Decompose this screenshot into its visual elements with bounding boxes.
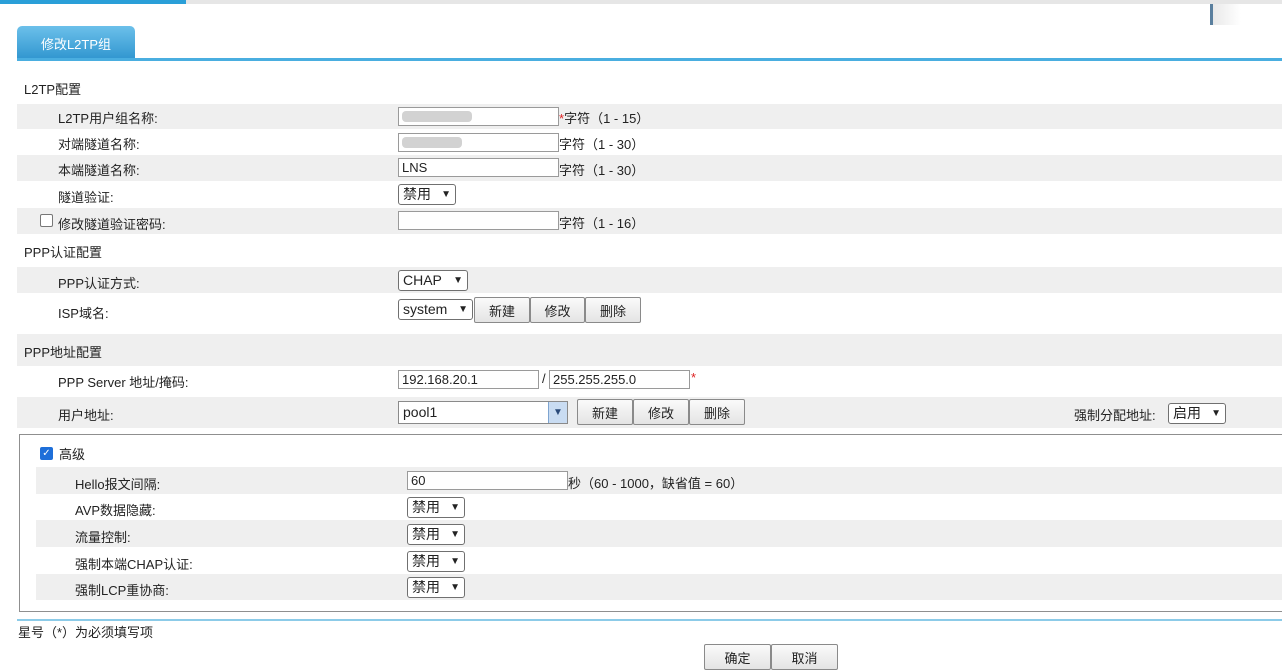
force-chap-label: 强制本端CHAP认证:: [75, 557, 193, 572]
hello-interval-hint: 秒（60 - 1000，缺省值 = 60）: [568, 476, 744, 491]
advanced-title: 高级: [59, 447, 86, 462]
change-password-hint: 字符（1 - 16）: [559, 216, 645, 231]
cancel-button[interactable]: 取消: [771, 644, 838, 670]
ppp-auth-method-select[interactable]: CHAP ▼: [398, 270, 468, 291]
user-address-new-button[interactable]: 新建: [577, 399, 633, 425]
user-address-label: 用户地址:: [58, 408, 114, 423]
advanced-legend: ✓ 高级: [38, 444, 89, 463]
force-lcp-value: 禁用: [412, 579, 440, 595]
avp-hiding-select[interactable]: 禁用 ▼: [407, 497, 465, 518]
force-assign-label: 强制分配地址:: [1074, 408, 1156, 423]
hello-interval-label: Hello报文间隔:: [75, 477, 161, 492]
ppp-server-label: PPP Server 地址/掩码:: [58, 375, 189, 390]
peer-tunnel-hint: 字符（1 - 30）: [559, 137, 645, 152]
isp-domain-select[interactable]: system ▼: [398, 299, 473, 320]
redacted-value: [402, 111, 472, 122]
footer-divider: [17, 619, 1282, 621]
local-tunnel-hint: 字符（1 - 30）: [559, 163, 645, 178]
tab-underline: [17, 58, 1282, 61]
flow-control-select[interactable]: 禁用 ▼: [407, 524, 465, 545]
peer-tunnel-label: 对端隧道名称:: [58, 137, 140, 152]
chevron-down-icon: ▼: [453, 275, 463, 286]
group-name-hint-text: 字符（1 - 15）: [564, 111, 650, 126]
chevron-down-icon[interactable]: ▼: [548, 402, 567, 423]
isp-new-button[interactable]: 新建: [474, 297, 530, 323]
redacted-value: [402, 137, 462, 148]
chevron-down-icon: ▼: [450, 556, 460, 567]
change-password-input[interactable]: [398, 211, 559, 230]
ppp-server-separator: /: [542, 371, 546, 386]
row-flow-control: 流量控制:: [36, 520, 1282, 547]
ppp-auth-method-label: PPP认证方式:: [58, 276, 140, 291]
section-title-l2tp: L2TP配置: [24, 82, 82, 97]
section-ppp-addr-band: [17, 334, 1282, 366]
row-avp-hiding: AVP数据隐藏:: [36, 494, 1282, 520]
local-tunnel-label: 本端隧道名称:: [58, 163, 140, 178]
force-lcp-label: 强制LCP重协商:: [75, 583, 169, 598]
row-isp-domain: ISP域名:: [17, 294, 1282, 326]
group-name-label: L2TP用户组名称:: [58, 111, 158, 126]
user-address-value: pool1: [403, 404, 438, 420]
isp-domain-label: ISP域名:: [58, 306, 109, 321]
row-tunnel-auth: 隧道验证:: [17, 181, 1282, 207]
tunnel-auth-select[interactable]: 禁用 ▼: [398, 184, 456, 205]
flow-control-value: 禁用: [412, 526, 440, 542]
section-title-ppp-auth: PPP认证配置: [24, 245, 103, 260]
local-tunnel-input[interactable]: LNS: [398, 158, 559, 177]
ppp-auth-method-value: CHAP: [403, 272, 442, 288]
user-address-combo[interactable]: pool1 ▼: [398, 401, 568, 424]
row-force-lcp: 强制LCP重协商:: [36, 574, 1282, 600]
row-peer-tunnel: 对端隧道名称:: [17, 130, 1282, 155]
row-ppp-auth-method: PPP认证方式:: [17, 267, 1282, 293]
group-name-hint: *字符（1 - 15）: [559, 108, 649, 127]
chevron-down-icon: ▼: [458, 304, 468, 315]
tunnel-auth-label: 隧道验证:: [58, 190, 114, 205]
force-assign-select[interactable]: 启用 ▼: [1168, 403, 1226, 424]
isp-edit-button[interactable]: 修改: [530, 297, 585, 323]
chevron-down-icon: ▼: [1211, 408, 1221, 419]
required-note: 星号（*）为必须填写项: [18, 625, 154, 640]
isp-delete-button[interactable]: 删除: [585, 297, 641, 323]
flow-control-label: 流量控制:: [75, 530, 131, 545]
force-assign-value: 启用: [1173, 405, 1201, 421]
chevron-down-icon: ▼: [441, 189, 451, 200]
ppp-server-required-mark: *: [691, 370, 697, 385]
chevron-down-icon: ▼: [450, 502, 460, 513]
top-bar: [0, 0, 1282, 4]
force-chap-select[interactable]: 禁用 ▼: [407, 551, 465, 572]
force-chap-value: 禁用: [412, 553, 440, 569]
row-force-chap: 强制本端CHAP认证:: [36, 547, 1282, 574]
change-password-label: 修改隧道验证密码:: [58, 217, 166, 232]
tunnel-auth-value: 禁用: [403, 186, 431, 202]
row-group-name: L2TP用户组名称:: [17, 104, 1282, 129]
top-progress-indicator: [0, 0, 186, 4]
user-address-delete-button[interactable]: 删除: [689, 399, 745, 425]
ppp-server-mask-input[interactable]: 255.255.255.0: [549, 370, 690, 389]
change-password-checkbox[interactable]: [40, 214, 53, 227]
ppp-server-ip-input[interactable]: 192.168.20.1: [398, 370, 539, 389]
tab-edit-l2tp-group[interactable]: 修改L2TP组: [17, 26, 135, 60]
user-address-edit-button[interactable]: 修改: [633, 399, 689, 425]
row-local-tunnel: 本端隧道名称:: [17, 155, 1282, 181]
avp-hiding-label: AVP数据隐藏:: [75, 503, 156, 518]
force-lcp-select[interactable]: 禁用 ▼: [407, 577, 465, 598]
section-title-ppp-addr: PPP地址配置: [24, 345, 103, 360]
top-fade: [1213, 4, 1241, 25]
chevron-down-icon: ▼: [450, 529, 460, 540]
ok-button[interactable]: 确定: [704, 644, 771, 670]
avp-hiding-value: 禁用: [412, 499, 440, 515]
isp-domain-value: system: [403, 301, 448, 317]
row-change-password: 修改隧道验证密码:: [17, 208, 1282, 234]
chevron-down-icon: ▼: [450, 582, 460, 593]
advanced-checkbox[interactable]: ✓: [40, 447, 53, 460]
hello-interval-input[interactable]: 60: [407, 471, 568, 490]
